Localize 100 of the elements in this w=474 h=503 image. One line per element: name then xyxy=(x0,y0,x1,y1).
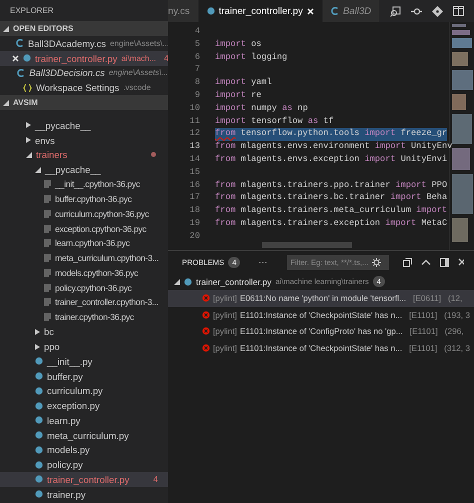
collapse-all-icon[interactable] xyxy=(403,258,412,266)
tree-item[interactable]: __pycache__ xyxy=(0,162,168,177)
problem-message: E1101:Instance of 'CheckpointState' has n... xyxy=(240,342,402,353)
section-title: AVSIM xyxy=(13,98,38,107)
tree-item[interactable]: meta_curriculum.cpython-3... xyxy=(0,250,168,266)
tree-item[interactable]: learn.py xyxy=(0,413,168,428)
collapsed-arrow-icon[interactable] xyxy=(26,122,31,128)
error-icon xyxy=(202,294,210,302)
editor-tab[interactable]: ny.cs xyxy=(168,0,199,22)
open-editor-item[interactable]: Workspace Settings .vscode xyxy=(0,80,168,95)
file-name: __pycache__ xyxy=(45,164,101,176)
tree-item[interactable]: trainers xyxy=(0,148,168,162)
problem-item[interactable]: [pylint] E1101:Instance of 'CheckpointState' has n... [E1101] (312, 3 xyxy=(168,340,474,356)
editor-tab[interactable]: Ball3D xyxy=(322,0,380,22)
tree-item[interactable]: curriculum.cpython-36.pyc xyxy=(0,206,168,222)
file-name: trainers xyxy=(36,149,68,160)
problem-item[interactable]: [pylint] E1101:Instance of 'CheckpointState' has n... [E1101] (193, 3 xyxy=(168,306,474,323)
section-header[interactable]: AVSIM xyxy=(0,95,168,110)
problem-code: [E1101] xyxy=(409,310,438,320)
section-title: OPEN EDITORS xyxy=(13,24,74,33)
maximize-panel-icon[interactable] xyxy=(440,258,450,266)
file-name: exception.cpython-36.pyc xyxy=(55,224,146,234)
open-editor-item[interactable]: Ball3DDecision.cs engine\Assets\... xyxy=(0,66,168,80)
filter-icon[interactable] xyxy=(372,258,382,266)
file-name: Workspace Settings xyxy=(36,82,120,94)
expanded-arrow-icon[interactable] xyxy=(3,26,9,32)
tree-item[interactable]: __init__.cpython-36.pyc xyxy=(0,177,168,192)
file-name: policy.cpython-36.pyc xyxy=(55,282,132,293)
line-number: 11 xyxy=(188,116,200,128)
file-name: trainer_controller.cpython-3... xyxy=(55,297,158,308)
file-lines-icon xyxy=(44,284,51,292)
file-name: __pycache__ xyxy=(35,120,91,131)
code-line: from mlagents.trainers.bc.trainer import Beha xyxy=(215,192,448,204)
file-name: trainer_controller.py xyxy=(35,52,118,64)
split-editor-icon[interactable] xyxy=(453,6,464,16)
tree-item[interactable]: envs xyxy=(0,132,168,148)
tree-item[interactable]: bc xyxy=(0,324,168,340)
file-name: learn.py xyxy=(47,414,80,426)
tree-item[interactable]: models.py xyxy=(0,442,168,458)
line-number: 8 xyxy=(194,77,200,90)
commit-icon[interactable] xyxy=(411,6,422,16)
expanded-arrow-icon[interactable] xyxy=(174,278,180,284)
open-changes-icon[interactable] xyxy=(390,6,401,16)
tree-item[interactable]: learn.cpython-36.pyc xyxy=(0,236,168,251)
problem-message: E1101:Instance of 'ConfigProto' has no 'gp... xyxy=(240,326,403,336)
tree-item[interactable]: models.cpython-36.pyc xyxy=(0,266,168,280)
problem-dot xyxy=(151,152,156,158)
code-line: from mlagents.trainers.ppo.trainer import PPO xyxy=(215,180,448,192)
line-number: 12 xyxy=(188,128,200,140)
line-number: 13 xyxy=(188,141,200,154)
problem-position: (193, 3 xyxy=(444,310,470,320)
close-icon[interactable] xyxy=(12,54,19,62)
tree-item[interactable]: trainer_controller.cpython-3... xyxy=(0,295,168,310)
editor-tab[interactable]: trainer_controller.py xyxy=(198,0,323,22)
code-line: import yaml xyxy=(215,77,272,90)
tree-item[interactable]: policy.cpython-36.pyc xyxy=(0,280,168,295)
more-actions[interactable]: ··· xyxy=(258,257,268,267)
problem-source: [pylint] xyxy=(213,310,237,320)
git-diamond-icon[interactable] xyxy=(432,6,443,16)
tree-item[interactable]: trainer.cpython-36.pyc xyxy=(0,310,168,324)
file-name: curriculum.cpython-36.pyc xyxy=(55,208,149,219)
tree-item[interactable]: exception.py xyxy=(0,398,168,413)
file-name: exception.py xyxy=(47,400,100,412)
tree-item[interactable]: curriculum.py xyxy=(0,384,168,398)
tree-item[interactable]: buffer.py xyxy=(0,368,168,384)
tree-item[interactable]: trainer_controller.py 4 xyxy=(0,472,168,487)
code-line: from mlagents.envs.environment import UnityEnv xyxy=(215,141,452,154)
expanded-arrow-icon[interactable] xyxy=(26,152,32,158)
python-file-icon xyxy=(23,54,31,62)
file-name: policy.py xyxy=(47,459,83,470)
open-editor-item[interactable]: Ball3DAcademy.cs engine\Assets\... xyxy=(0,36,168,51)
file-lines-icon xyxy=(44,268,51,277)
close-icon[interactable] xyxy=(458,258,464,266)
problem-item[interactable]: [pylint] E0611:No name 'python' in module 'tensorfl... [E0611] (12, xyxy=(168,290,474,306)
scrollbar-thumb[interactable] xyxy=(262,242,352,248)
tree-item[interactable]: __init__.py xyxy=(0,354,168,369)
section-header[interactable]: OPEN EDITORS xyxy=(0,21,168,36)
tree-item[interactable]: policy.py xyxy=(0,457,168,472)
tree-item[interactable]: buffer.cpython-36.pyc xyxy=(0,192,168,206)
collapsed-arrow-icon[interactable] xyxy=(35,328,40,335)
tree-item[interactable]: exception.cpython-36.pyc xyxy=(0,221,168,236)
chevron-up-icon[interactable] xyxy=(421,259,432,265)
code-line: import logging xyxy=(215,52,288,64)
collapsed-arrow-icon[interactable] xyxy=(35,344,40,350)
expanded-arrow-icon[interactable] xyxy=(35,166,41,173)
problem-code: [E1101] xyxy=(410,326,438,336)
code-line: import re xyxy=(215,90,262,102)
line-number: 10 xyxy=(188,102,200,115)
file-name: __init__.cpython-36.pyc xyxy=(55,179,140,190)
line-number: 5 xyxy=(194,38,200,51)
file-path: engine\Assets\... xyxy=(108,68,168,78)
tree-item[interactable]: __pycache__ xyxy=(0,118,168,133)
problem-item[interactable]: [pylint] E1101:Instance of 'ConfigProto' has no 'gp... [E1101] (296, xyxy=(168,323,474,340)
expanded-arrow-icon[interactable] xyxy=(3,100,9,106)
tree-item[interactable]: ppo xyxy=(0,339,168,354)
tree-item[interactable]: trainer.py xyxy=(0,486,168,502)
file-name: meta_curriculum.cpython-3... xyxy=(55,253,159,264)
problem-code: [E0611] xyxy=(413,293,442,304)
tree-item[interactable]: meta_curriculum.py xyxy=(0,428,168,442)
collapsed-arrow-icon[interactable] xyxy=(26,137,31,144)
